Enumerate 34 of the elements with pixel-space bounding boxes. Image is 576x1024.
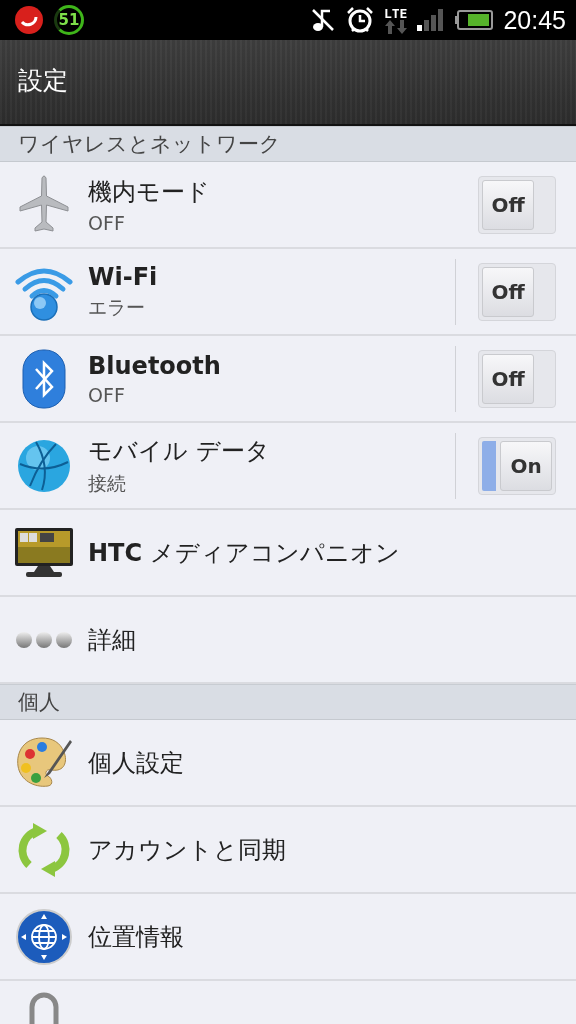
signal-icon	[417, 9, 446, 31]
toggle-switch[interactable]: On	[478, 436, 556, 495]
setting-title[interactable]: Wi-Fi	[88, 262, 455, 291]
setting-status: OFF	[88, 211, 126, 234]
toggle-switch[interactable]: Off	[478, 175, 556, 234]
network-type: LTE	[383, 6, 408, 20]
globe-icon	[16, 437, 72, 494]
bluetooth-icon	[22, 348, 66, 409]
toggle-switch[interactable]: Off	[478, 349, 556, 408]
alarm-icon	[345, 6, 374, 34]
data-arrows-icon	[384, 19, 407, 34]
setting-status: エラー	[88, 294, 146, 320]
more-icon	[15, 629, 73, 650]
clock: 20:45	[503, 5, 566, 35]
setting-title[interactable]: HTC メディアコンパニオン	[88, 536, 556, 569]
battery-icon	[455, 10, 494, 30]
app-icon[interactable]	[14, 5, 44, 35]
setting-status: OFF	[88, 383, 126, 406]
setting-title[interactable]: モバイル データ	[88, 434, 455, 467]
setting-title[interactable]: アカウントと同期	[88, 833, 556, 866]
section-header: 個人	[18, 689, 60, 716]
toggle-switch[interactable]: Off	[478, 262, 556, 321]
screen-title: 設定	[18, 64, 68, 97]
tv-icon	[14, 526, 74, 579]
setting-title[interactable]: 機内モード	[88, 175, 478, 208]
setting-status: 接続	[88, 470, 127, 496]
section-header: ワイヤレスとネットワーク	[18, 131, 281, 158]
setting-title[interactable]: Bluetooth	[88, 351, 455, 380]
muted-music-icon	[309, 7, 336, 33]
setting-title[interactable]: 詳細	[88, 623, 556, 656]
setting-title[interactable]: 位置情報	[88, 920, 556, 953]
location-icon	[15, 907, 73, 966]
setting-title[interactable]: 個人設定	[88, 746, 556, 779]
notification-badge: 51	[54, 5, 84, 35]
